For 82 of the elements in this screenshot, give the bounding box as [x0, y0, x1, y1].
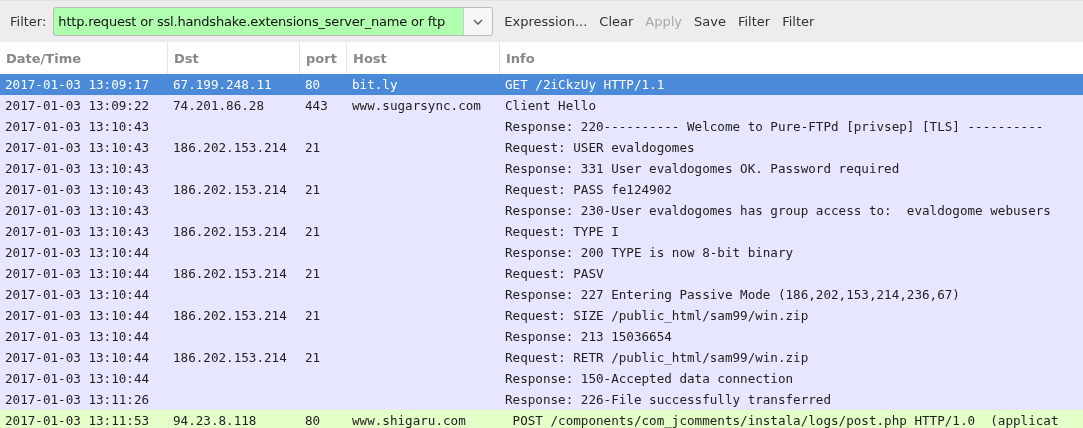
table-cell: 186.202.153.214	[173, 140, 287, 155]
table-cell: 21	[305, 140, 321, 155]
filter-field[interactable]: http.request or ssl.handshake.extensions_server_name or ftp	[53, 7, 494, 36]
packet-row[interactable]: 2017-01-03 13:10:43 186.202.153.214 21 Request: USER evaldogomes	[0, 137, 1083, 158]
table-cell: 2017-01-03 13:10:44	[5, 266, 150, 281]
table-cell: 186.202.153.214	[173, 308, 287, 323]
packet-row[interactable]: 2017-01-03 13:10:44 Response: 213 15036654	[0, 326, 1083, 347]
packet-row[interactable]: 2017-01-03 13:10:44 186.202.153.214 21 Request: SIZE /public_html/sam99/win.zip	[0, 305, 1083, 326]
table-cell: Request: PASS fe124902	[505, 182, 672, 197]
table-cell: Response: 226-File successfully transferred	[505, 392, 832, 407]
table-cell: 2017-01-03 13:10:43	[5, 224, 150, 239]
table-cell: 2017-01-03 13:11:26	[5, 392, 150, 407]
packet-row[interactable]: 2017-01-03 13:10:43 Response: 230-User evaldogomes has group access to: evaldogome webusers	[0, 200, 1083, 221]
table-cell: Response: 331 User evaldogomes OK. Password required	[505, 161, 900, 176]
table-cell: 2017-01-03 13:10:44	[5, 350, 150, 365]
table-cell: 94.23.8.118	[173, 413, 257, 428]
table-cell: 67.199.248.11	[173, 77, 272, 92]
packet-row[interactable]: 2017-01-03 13:09:22 74.201.86.28 443 www.sugarsync.com Client Hello	[0, 95, 1083, 116]
packet-row[interactable]: 2017-01-03 13:10:44 186.202.153.214 21 Request: PASV	[0, 263, 1083, 284]
table-cell: 2017-01-03 13:10:44	[5, 329, 150, 344]
table-cell: 2017-01-03 13:10:44	[5, 287, 150, 302]
table-cell: Request: RETR /public_html/sam99/win.zip	[505, 350, 809, 365]
table-cell: 443	[305, 98, 328, 113]
table-cell: 2017-01-03 13:11:53	[5, 413, 150, 428]
toolbar-button[interactable]: Save	[689, 11, 731, 32]
table-cell: Client Hello	[505, 98, 596, 113]
packet-row[interactable]: 2017-01-03 13:10:44 Response: 150-Accepted data connection	[0, 368, 1083, 389]
table-cell: www.shigaru.com	[352, 413, 466, 428]
table-cell: Response: 227 Entering Passive Mode (186,202,153,214,236,67)	[505, 287, 960, 302]
table-cell: 186.202.153.214	[173, 182, 287, 197]
table-cell: 2017-01-03 13:09:22	[5, 98, 150, 113]
dropdown-button[interactable]	[463, 8, 493, 35]
toolbar-button[interactable]: Expression...	[499, 11, 593, 32]
table-cell: 186.202.153.214	[173, 350, 287, 365]
chevron-down-icon	[473, 18, 484, 25]
table-cell: 21	[305, 224, 321, 239]
table-cell: Response: 213 15036654	[505, 329, 672, 344]
table-cell: 74.201.86.28	[173, 98, 264, 113]
table-cell: bit.ly	[352, 77, 398, 92]
table-cell: GET /2iCkzUy HTTP/1.1	[505, 77, 665, 92]
packet-row[interactable]: 2017-01-03 13:10:44 186.202.153.214 21 Request: RETR /public_html/sam99/win.zip	[0, 347, 1083, 368]
packet-row[interactable]: 2017-01-03 13:10:43 Response: 220---------- Welcome to Pure-FTPd [privsep] [TLS] ----------	[0, 116, 1083, 137]
table-cell: Response: 230-User evaldogomes has group access to: evaldogome webusers	[505, 203, 1051, 218]
table-cell: Request: PASV	[505, 266, 604, 281]
table-cell: Request: USER evaldogomes	[505, 140, 695, 155]
table-cell: 2017-01-03 13:10:44	[5, 371, 150, 386]
table-cell: Response: 150-Accepted data connection	[505, 371, 794, 386]
table-cell-text: POST /components/com_jcomments/instala/logs/post.php HTTP/1.0 (applicat	[511, 413, 1059, 428]
packet-row[interactable]: 2017-01-03 13:11:26 Response: 226-File successfully transferred	[0, 389, 1083, 410]
table-cell: Response: 200 TYPE is now 8-bit binary	[505, 245, 794, 260]
table-cell: 80	[305, 77, 321, 92]
toolbar-button[interactable]: Filter	[732, 11, 776, 32]
table-cell: 2017-01-03 13:09:17	[5, 77, 150, 92]
table-cell: 2017-01-03 13:10:43	[5, 119, 150, 134]
filter-label: Filter:	[10, 14, 47, 29]
table-cell: Request: TYPE I	[505, 224, 619, 239]
table-cell: 21	[305, 350, 321, 365]
packet-row[interactable]: 2017-01-03 13:10:44 Response: 200 TYPE is now 8-bit binary	[0, 242, 1083, 263]
table-cell: 186.202.153.214	[173, 224, 287, 239]
table-cell: Request: SIZE /public_html/sam99/win.zip	[505, 308, 809, 323]
table-cell: 21	[305, 308, 321, 323]
table-cell: Response: 220---------- Welcome to Pure-FTPd [privsep] [TLS] ----------	[505, 119, 1044, 134]
packet-row[interactable]: 2017-01-03 13:09:17 67.199.248.11 80 bit.ly GET /2iCkzUy HTTP/1.1	[0, 74, 1083, 95]
packet-row[interactable]: 2017-01-03 13:10:44 Response: 227 Entering Passive Mode (186,202,153,214,236,67)	[0, 284, 1083, 305]
table-cell: 2017-01-03 13:10:43	[5, 161, 150, 176]
table-cell: 2017-01-03 13:10:43	[5, 182, 150, 197]
packet-row[interactable]: 2017-01-03 13:11:53 94.23.8.118 80 www.shigaru.com POST /components/com_jcomments/instala/logs/post.php HTTP/1.0 (applicat	[0, 410, 1083, 428]
table-cell: 2017-01-03 13:10:43	[5, 140, 150, 155]
packet-row[interactable]: 2017-01-03 13:10:43 186.202.153.214 21 Request: PASS fe124902	[0, 179, 1083, 200]
table-cell: www.sugarsync.com	[352, 98, 481, 113]
toolbar-button[interactable]: Filter	[777, 11, 820, 32]
column-header[interactable]: Info	[500, 42, 1083, 74]
packet-row[interactable]: 2017-01-03 13:10:43 186.202.153.214 21 Request: TYPE I	[0, 221, 1083, 242]
table-cell: 186.202.153.214	[173, 266, 287, 281]
table-cell: 80	[305, 413, 321, 428]
table-cell: 2017-01-03 13:10:44	[5, 245, 150, 260]
toolbar-button[interactable]: Clear	[594, 11, 639, 32]
packet-row[interactable]: 2017-01-03 13:10:43 Response: 331 User evaldogomes OK. Password required	[0, 158, 1083, 179]
table-cell: 2017-01-03 13:10:44	[5, 308, 150, 323]
table-cell: 21	[305, 266, 321, 281]
table-cell: 21	[305, 182, 321, 197]
table-cell: 2017-01-03 13:10:43	[5, 203, 150, 218]
